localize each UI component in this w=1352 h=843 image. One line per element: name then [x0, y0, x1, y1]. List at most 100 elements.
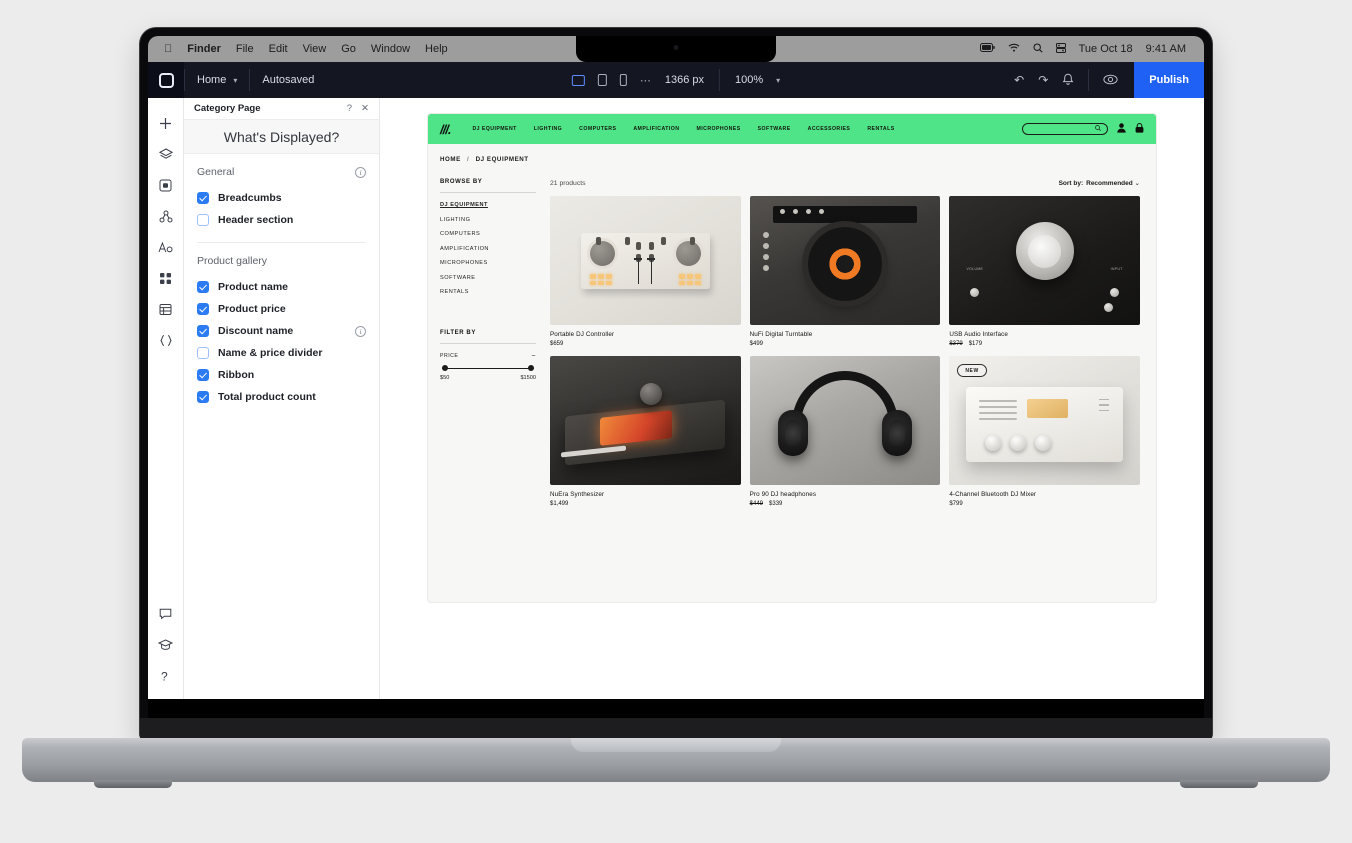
wifi-icon[interactable] [1008, 43, 1020, 55]
menubar-item-file[interactable]: File [236, 43, 254, 55]
price-range-slider[interactable] [442, 364, 534, 374]
menubar-time[interactable]: 9:41 AM [1146, 43, 1186, 55]
account-icon[interactable] [1117, 123, 1126, 135]
checkbox-total-product-count[interactable]: Total product count [197, 386, 366, 408]
product-card[interactable]: NuEra Synthesizer $1,499 [550, 356, 741, 507]
product-thumbnail[interactable] [550, 356, 741, 485]
checkbox-discount-name-box[interactable] [197, 325, 209, 337]
browse-link-software[interactable]: SOFTWARE [440, 275, 536, 281]
browse-link-dj-equipment[interactable]: DJ EQUIPMENT [440, 202, 536, 208]
browse-link-amplification[interactable]: AMPLIFICATION [440, 246, 536, 252]
ellipsis-icon[interactable]: ⋯ [640, 74, 652, 87]
undo-icon[interactable]: ↶ [1014, 74, 1024, 86]
checkbox-breadcrumbs-box[interactable] [197, 192, 209, 204]
checkbox-ribbon-box[interactable] [197, 369, 209, 381]
layers-icon[interactable] [151, 139, 181, 170]
database-icon[interactable] [151, 294, 181, 325]
checkbox-ribbon-label: Ribbon [218, 369, 255, 381]
menubar-item-window[interactable]: Window [371, 43, 410, 55]
sort-by-control[interactable]: Sort by: Recommended ⌄ [1059, 179, 1140, 187]
checkbox-ribbon[interactable]: Ribbon [197, 364, 366, 386]
menubar-item-view[interactable]: View [303, 43, 327, 55]
checkbox-product-name-box[interactable] [197, 281, 209, 293]
breadcrumb-home[interactable]: HOME [440, 156, 461, 163]
site-search-input[interactable] [1022, 123, 1108, 135]
checkbox-product-name[interactable]: Product name [197, 276, 366, 298]
add-icon[interactable] [151, 108, 181, 139]
product-thumbnail[interactable]: VOLUME INPUT [949, 196, 1140, 325]
checkbox-header-section-label: Header section [218, 214, 294, 226]
discount-info-icon[interactable]: i [355, 325, 366, 337]
site-structure-icon[interactable] [151, 201, 181, 232]
pages-icon[interactable] [151, 170, 181, 201]
product-card[interactable]: Portable DJ Controller $659 [550, 196, 741, 347]
checkbox-header-section-box[interactable] [197, 214, 209, 226]
checkbox-total-product-count-box[interactable] [197, 391, 209, 403]
slider-handle-min[interactable] [442, 365, 448, 371]
nav-link-microphones[interactable]: MICROPHONES [696, 126, 740, 132]
text-style-icon[interactable] [151, 232, 181, 263]
tablet-icon[interactable] [597, 74, 607, 86]
product-card[interactable]: Pro 90 DJ headphones $449 $339 [749, 356, 941, 507]
help-icon[interactable]: ? [151, 660, 181, 691]
nav-link-software[interactable]: SOFTWARE [758, 126, 791, 132]
control-center-icon[interactable] [1055, 42, 1066, 56]
browse-link-rentals[interactable]: RENTALS [440, 289, 536, 295]
product-card[interactable]: NEW 4-Channel Bluetooth DJ Mixer $799 [949, 356, 1140, 507]
learn-icon[interactable] [151, 629, 181, 660]
product-thumbnail[interactable] [749, 356, 941, 485]
nav-link-computers[interactable]: COMPUTERS [579, 126, 616, 132]
apple-icon[interactable]:  [164, 43, 172, 55]
checkbox-product-price-box[interactable] [197, 303, 209, 315]
info-icon[interactable]: i [355, 166, 366, 178]
browse-link-lighting[interactable]: LIGHTING [440, 217, 536, 223]
zoom-chevron-down-icon[interactable]: ▾ [776, 76, 780, 85]
nav-link-rentals[interactable]: RENTALS [867, 126, 894, 132]
nav-link-accessories[interactable]: ACCESSORIES [808, 126, 851, 132]
menubar-date[interactable]: Tue Oct 18 [1079, 43, 1133, 55]
product-thumbnail[interactable] [749, 196, 941, 325]
eye-icon[interactable] [1103, 74, 1118, 87]
filter-price-row[interactable]: PRICE − [440, 353, 536, 360]
publish-button[interactable]: Publish [1134, 62, 1204, 98]
settings-panel: Category Page ? ✕ What's Displayed? Gene… [184, 98, 380, 699]
menubar-app-name[interactable]: Finder [187, 43, 221, 55]
checkbox-discount-name[interactable]: Discount name i [197, 320, 366, 342]
slider-handle-max[interactable] [528, 365, 534, 371]
nav-link-lighting[interactable]: LIGHTING [534, 126, 562, 132]
apps-icon[interactable] [151, 263, 181, 294]
question-mark-icon[interactable]: ? [347, 103, 352, 114]
editor-logo-icon[interactable] [148, 62, 184, 98]
nav-link-dj-equipment[interactable]: DJ EQUIPMENT [472, 126, 516, 132]
menubar-item-go[interactable]: Go [341, 43, 356, 55]
checkbox-name-price-divider-box[interactable] [197, 347, 209, 359]
nav-link-amplification[interactable]: AMPLIFICATION [633, 126, 679, 132]
product-thumbnail[interactable] [550, 196, 741, 325]
product-name: Pro 90 DJ headphones [749, 491, 817, 498]
redo-icon[interactable]: ↷ [1038, 74, 1048, 86]
store-logo-icon[interactable]: ///. [440, 122, 451, 137]
search-icon[interactable] [1033, 42, 1043, 56]
product-card[interactable]: NuFi Digital Turntable $499 [749, 196, 941, 347]
checkbox-product-price[interactable]: Product price [197, 298, 366, 320]
browse-link-computers[interactable]: COMPUTERS [440, 231, 536, 237]
minus-icon[interactable]: − [531, 353, 536, 360]
product-card[interactable]: VOLUME INPUT USB Audio Interface $379 $1… [949, 196, 1140, 347]
battery-icon[interactable] [979, 43, 995, 55]
dev-mode-icon[interactable] [151, 325, 181, 356]
menubar-item-edit[interactable]: Edit [269, 43, 288, 55]
zoom-level[interactable]: 100% [735, 74, 763, 86]
checkbox-breadcrumbs[interactable]: Breadcumbs [197, 187, 366, 209]
menubar-item-help[interactable]: Help [425, 43, 448, 55]
checkbox-header-section[interactable]: Header section [197, 209, 366, 231]
cart-lock-icon[interactable] [1135, 123, 1144, 135]
bell-icon[interactable] [1062, 73, 1074, 88]
product-thumbnail[interactable]: NEW [949, 356, 1140, 485]
comments-icon[interactable] [151, 598, 181, 629]
browse-link-microphones[interactable]: MICROPHONES [440, 260, 536, 266]
mobile-icon[interactable] [619, 74, 627, 86]
page-selector[interactable]: Home ▾ [185, 74, 249, 86]
desktop-icon[interactable] [571, 74, 585, 86]
close-icon[interactable]: ✕ [361, 103, 369, 114]
checkbox-name-price-divider[interactable]: Name & price divider [197, 342, 366, 364]
